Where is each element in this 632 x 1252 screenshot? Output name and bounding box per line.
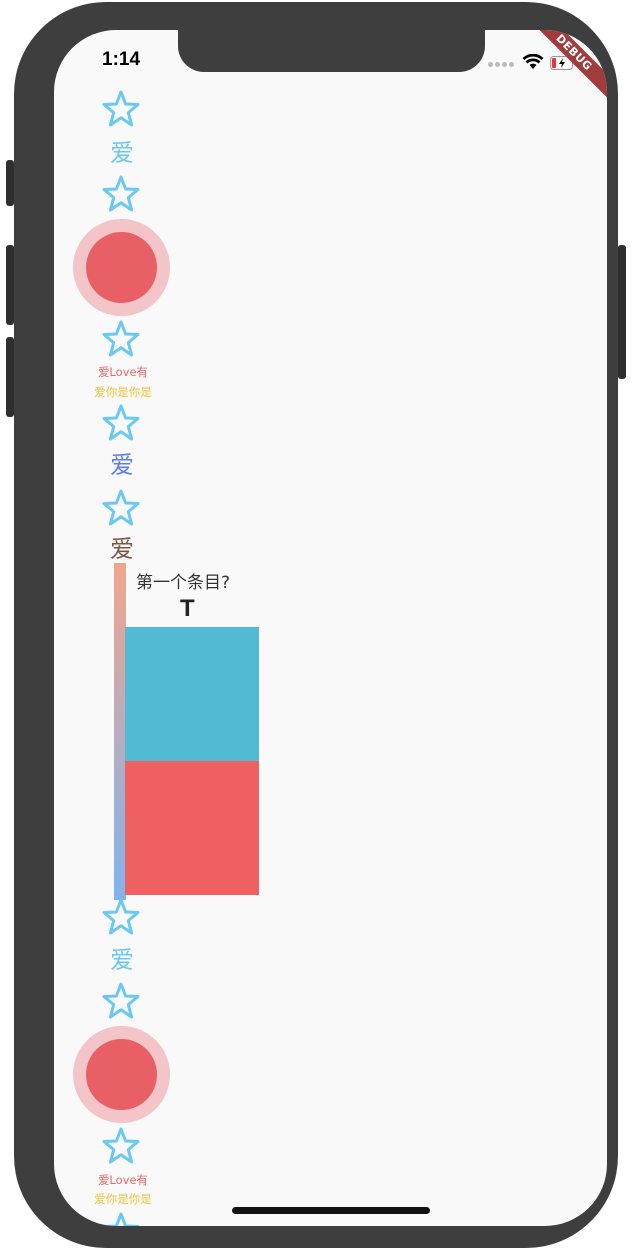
star-icon [102,898,140,935]
volume-up-button [6,245,14,325]
ai-label: 爱 [110,535,134,563]
volume-down-button [6,337,14,417]
power-button [618,245,626,379]
star-icon [102,404,140,441]
love-label: 爱Love有 [97,1173,149,1187]
star-icon [102,90,140,127]
star-icon [102,982,140,1019]
love-label: 爱Love有 [97,365,149,379]
you-label: 爱你是你是 [94,1192,152,1206]
red-circle-button[interactable] [73,219,170,316]
ai-label: 爱 [110,451,134,479]
screen: 1:14 DEBUG 爱 爱Love有 爱你是你是 爱 爱 第一个条目? T 爱… [54,30,607,1226]
wifi-icon [522,54,544,69]
star-icon [102,1127,140,1164]
red-circle-button[interactable] [73,1026,170,1123]
star-icon [102,489,140,526]
red-circle-inner [86,1039,157,1110]
ai-label: 爱 [110,139,134,167]
blue-box [125,627,259,761]
mute-switch [6,160,14,206]
you-label: 爱你是你是 [94,385,152,399]
item-letter: T [180,595,195,622]
star-icon [102,320,140,357]
red-circle-inner [86,232,157,303]
item-title: 第一个条目? [136,573,231,593]
home-indicator[interactable] [232,1207,430,1214]
star-icon [102,175,140,212]
phone-frame: 1:14 DEBUG 爱 爱Love有 爱你是你是 爱 爱 第一个条目? T 爱… [6,2,626,1248]
notch [178,30,485,72]
status-time: 1:14 [102,49,141,70]
signal-icon [488,62,514,67]
star-icon [102,1212,140,1226]
ai-label: 爱 [110,946,134,974]
red-box [125,761,259,895]
